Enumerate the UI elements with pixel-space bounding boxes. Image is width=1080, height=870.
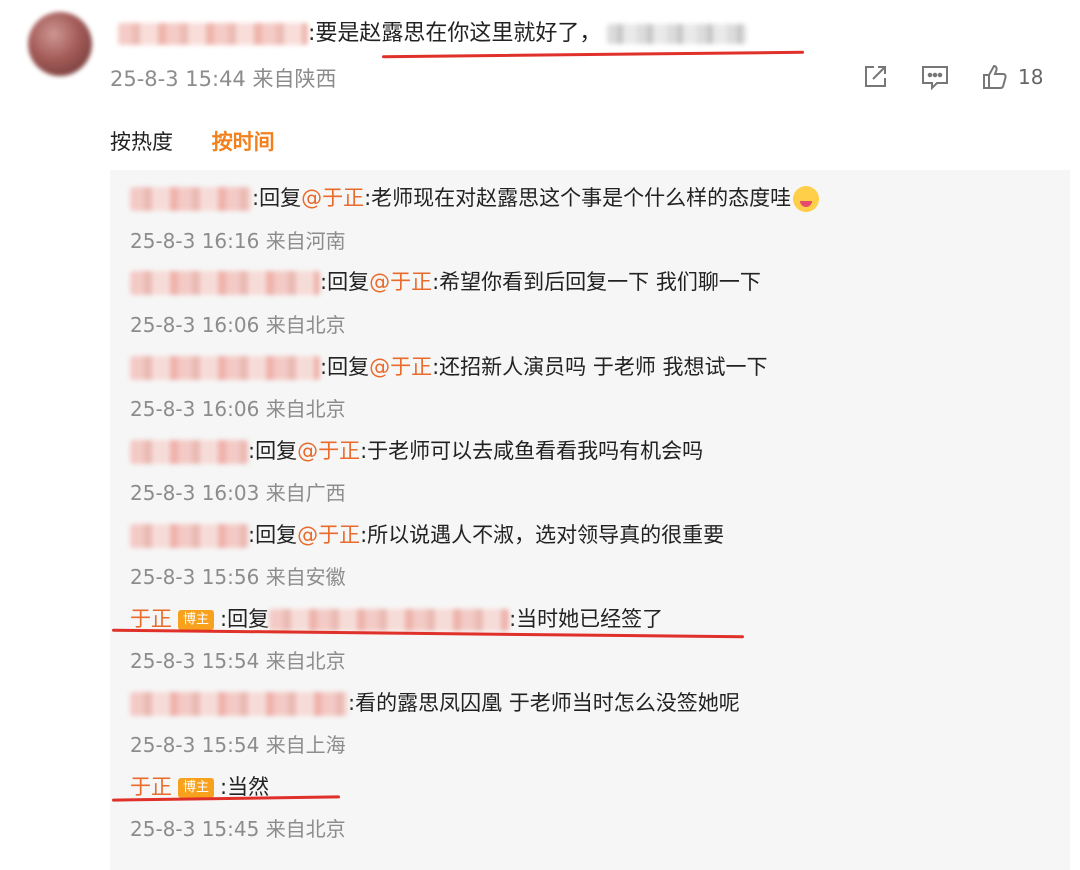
blurred-username[interactable] <box>130 356 320 380</box>
comment-actions: 18 <box>858 60 1043 94</box>
reply-item: :回复@于正:于老师可以去咸鱼看看我吗有机会吗 <box>130 436 703 466</box>
comment-icon <box>922 66 948 91</box>
tab-sort-hot[interactable]: 按热度 <box>110 130 173 154</box>
reply-text: :老师现在对赵露思这个事是个什么样的态度哇 <box>364 186 792 210</box>
reply-item: :看的露思凤囚凰 于老师当时怎么没签她呢 <box>130 688 740 718</box>
reply-text: :于老师可以去咸鱼看看我吗有机会吗 <box>360 439 704 463</box>
blurred-text <box>607 24 748 44</box>
tab-sort-time[interactable]: 按时间 <box>212 130 275 154</box>
reply-text: :当时她已经签了 <box>509 607 664 631</box>
reply-location: 来自北京 <box>265 313 346 337</box>
blogger-badge: 博主 <box>178 610 215 630</box>
sort-tabs: 按热度 按时间 <box>110 126 307 156</box>
mention-link[interactable]: @于正 <box>301 186 364 210</box>
blush-emoji-icon <box>793 186 820 212</box>
like-count: 18 <box>1018 65 1044 89</box>
author-name[interactable]: 于正 <box>130 607 172 631</box>
reply-time: 25-8-3 15:45 <box>130 817 260 841</box>
reply-text: :所以说遇人不淑，选对领导真的很重要 <box>360 523 725 547</box>
reply-prefix: :回复 <box>320 355 370 379</box>
reply-location: 来自北京 <box>265 397 346 421</box>
main-comment-body: :要是赵露思在你这里就好了， <box>118 18 748 50</box>
share-icon <box>865 66 886 87</box>
blogger-badge: 博主 <box>178 778 215 798</box>
mention-link[interactable]: @于正 <box>297 523 360 547</box>
mention-link[interactable]: @于正 <box>369 270 432 294</box>
reply-item: :回复@于正:希望你看到后回复一下 我们聊一下 <box>130 267 761 297</box>
reply-meta: 25-8-3 15:54 来自上海 <box>130 730 346 760</box>
blurred-username[interactable] <box>130 524 248 548</box>
reply-meta: 25-8-3 15:56 来自安徽 <box>130 562 346 592</box>
thumbs-up-icon <box>983 64 1007 89</box>
reply-item: :回复@于正:老师现在对赵露思这个事是个什么样的态度哇 <box>130 183 820 213</box>
reply-time: 25-8-3 15:54 <box>130 649 260 673</box>
reply-location: 来自广西 <box>265 481 346 505</box>
reply-prefix: :回复 <box>248 439 298 463</box>
reply-meta: 25-8-3 16:06 来自北京 <box>130 394 346 424</box>
main-comment-time: 25-8-3 15:44 <box>110 67 246 91</box>
reply-prefix: :回复 <box>220 607 270 631</box>
reply-location: 来自北京 <box>265 817 346 841</box>
blurred-username[interactable] <box>118 23 308 45</box>
reply-location: 来自河南 <box>265 229 346 253</box>
blurred-username[interactable] <box>130 187 252 211</box>
blurred-username[interactable] <box>269 609 510 631</box>
blurred-username[interactable] <box>130 692 348 716</box>
reply-location: 来自上海 <box>265 733 346 757</box>
reply-prefix: :回复 <box>320 270 370 294</box>
reply-time: 25-8-3 16:06 <box>130 397 260 421</box>
reply-meta: 25-8-3 16:16 来自河南 <box>130 226 346 256</box>
reply-meta: 25-8-3 15:54 来自北京 <box>130 646 346 676</box>
author-name[interactable]: 于正 <box>130 775 172 799</box>
reply-time: 25-8-3 16:03 <box>130 481 260 505</box>
reply-text: :还招新人演员吗 于老师 我想试一下 <box>432 355 768 379</box>
red-underline <box>381 50 805 59</box>
reply-item: :回复@于正:还招新人演员吗 于老师 我想试一下 <box>130 352 768 382</box>
reply-text: :当然 <box>220 775 270 799</box>
blurred-username[interactable] <box>130 271 320 295</box>
reply-meta: 25-8-3 16:06 来自北京 <box>130 310 346 340</box>
reply-location: 来自安徽 <box>265 565 346 589</box>
reply-time: 25-8-3 15:56 <box>130 565 260 589</box>
mention-link[interactable]: @于正 <box>297 439 360 463</box>
main-comment-meta: 25-8-3 15:44 来自陕西 <box>110 63 336 93</box>
reply-prefix: :回复 <box>252 186 302 210</box>
reply-prefix: :回复 <box>248 523 298 547</box>
reply-meta: 25-8-3 16:03 来自广西 <box>130 478 346 508</box>
reply-thread: :回复@于正:老师现在对赵露思这个事是个什么样的态度哇 25-8-3 16:16… <box>110 170 1070 870</box>
mention-link[interactable]: @于正 <box>369 355 432 379</box>
main-comment-text: :要是赵露思在你这里就好了， <box>308 21 602 46</box>
reply-text: :希望你看到后回复一下 我们聊一下 <box>432 270 761 294</box>
share-button[interactable] <box>858 60 892 94</box>
reply-time: 25-8-3 16:06 <box>130 313 260 337</box>
reply-location: 来自北京 <box>265 649 346 673</box>
blurred-username[interactable] <box>130 440 248 464</box>
reply-time: 25-8-3 16:16 <box>130 229 260 253</box>
main-comment-location: 来自陕西 <box>252 67 337 91</box>
reply-time: 25-8-3 15:54 <box>130 733 260 757</box>
comment-button[interactable] <box>918 60 952 94</box>
like-button[interactable] <box>978 60 1012 94</box>
reply-text: :看的露思凤囚凰 于老师当时怎么没签她呢 <box>348 691 740 715</box>
avatar[interactable] <box>28 12 92 76</box>
reply-item: :回复@于正:所以说遇人不淑，选对领导真的很重要 <box>130 520 724 550</box>
reply-meta: 25-8-3 15:45 来自北京 <box>130 814 346 844</box>
